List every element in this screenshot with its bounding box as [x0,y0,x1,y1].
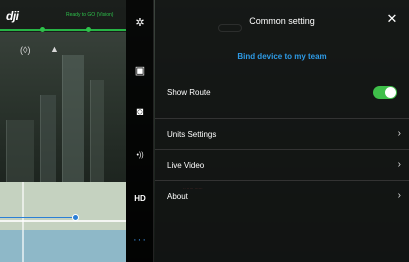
aircraft-icon[interactable]: ✲ [126,8,154,36]
units-settings-label: Units Settings [167,130,217,139]
chevron-right-icon: › [397,128,401,139]
about-row[interactable]: About › [155,180,409,211]
map-water [0,230,126,262]
tool-strip: ✲ ▣ ◙ •)) HD ··· [126,0,154,262]
status-line [0,29,126,31]
map-road [22,182,24,262]
map-thumbnail[interactable] [0,182,126,262]
panel-title: Common setting [249,16,315,26]
signal-icon[interactable]: •)) [126,141,154,169]
units-settings-row[interactable]: Units Settings › [155,118,409,149]
bind-device-link[interactable]: Bind device to my team [155,52,409,61]
dji-logo: dji [6,9,19,23]
hd-button[interactable]: HD [126,184,154,212]
status-dot [86,27,91,32]
about-label: About [167,192,188,201]
chevron-right-icon: › [397,159,401,170]
aircraft-position-icon [72,214,79,221]
more-icon[interactable]: ··· [126,226,154,254]
camera-icon[interactable]: ▣ [126,56,154,84]
live-video-row[interactable]: Live Video › [155,149,409,180]
obstacle-icon[interactable]: ▲ [50,44,59,54]
live-video-label: Live Video [167,161,205,170]
toggle-knob [385,87,396,98]
chevron-right-icon: › [397,190,401,201]
flight-status-text: Ready to GO (Vision) [66,12,114,18]
status-dot [40,27,45,32]
remote-controller-icon[interactable]: ◙ [126,98,154,126]
close-button[interactable]: ✕ [385,12,399,26]
flight-trace [0,217,73,218]
status-bar: dji Ready to GO (Vision) [0,0,126,32]
gimbal-icon[interactable]: (◊) [20,45,30,55]
map-road [0,220,126,222]
show-route-label: Show Route [167,88,211,97]
show-route-row[interactable]: Show Route [155,77,409,108]
common-settings-panel: ·· ····· ······ Common setting ✕ Bind de… [155,0,409,262]
show-route-toggle[interactable] [373,86,397,99]
